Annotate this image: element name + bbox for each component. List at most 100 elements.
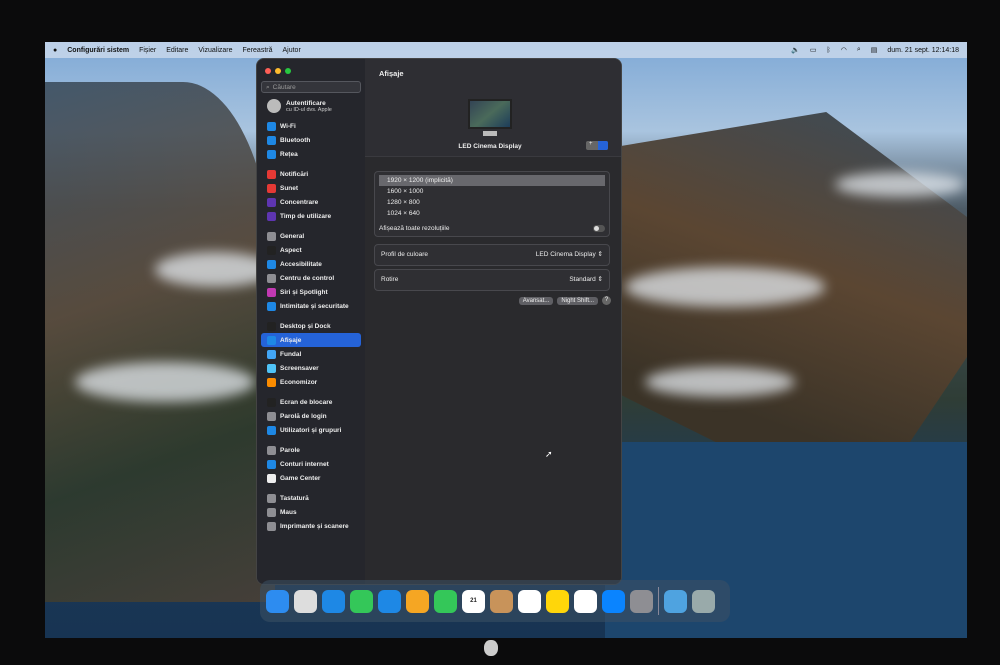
dock: 21	[260, 580, 730, 622]
contacts-icon[interactable]	[490, 589, 513, 613]
menu-window[interactable]: Fereastră	[243, 47, 273, 54]
app-store-icon[interactable]	[602, 589, 625, 613]
sidebar-item-game-center[interactable]: Game Center	[261, 471, 361, 485]
menu-edit[interactable]: Editare	[166, 47, 188, 54]
utilizatori-si-grupuri-icon	[267, 425, 276, 435]
screen-mirroring-icon[interactable]: ▭	[810, 46, 817, 54]
dock-divider	[658, 587, 659, 615]
menu-view[interactable]: Vizualizare	[198, 47, 232, 54]
display-name: LED Cinema Display	[458, 143, 522, 150]
safari-icon[interactable]	[322, 589, 345, 613]
desktop-si-dock-icon	[267, 321, 276, 331]
advanced-button[interactable]: Avansat...	[518, 296, 554, 305]
tastatura-icon	[267, 493, 276, 503]
downloads-icon[interactable]	[664, 589, 687, 613]
display-header: Afișaje LED Cinema Display +	[365, 59, 621, 157]
sidebar-item-siri-si-spotlight[interactable]: Siri și Spotlight	[261, 285, 361, 299]
sidebar-item-imprimante-si-scanere[interactable]: Imprimante și scanere	[261, 519, 361, 533]
resolution-option[interactable]: 1920 × 1200 (implicită)	[379, 175, 605, 186]
wifi-icon[interactable]: ◠	[841, 46, 847, 54]
resolution-list: 1920 × 1200 (implicită) 1600 × 1000 1280 ×…	[374, 171, 610, 237]
messages-icon[interactable]	[350, 589, 373, 613]
night-shift-button[interactable]: Night Shift...	[557, 296, 598, 305]
sidebar-item-parole[interactable]: Parole	[261, 443, 361, 457]
launchpad-icon[interactable]	[294, 589, 317, 613]
calendar-icon[interactable]: 21	[462, 589, 485, 613]
concentrare-icon	[267, 197, 276, 207]
rotation-select[interactable]: Standard ⇕	[569, 275, 603, 283]
resolution-option[interactable]: 1600 × 1000	[379, 186, 605, 197]
sidebar-item-centru-de-control[interactable]: Centru de control	[261, 271, 361, 285]
sidebar-item-conturi-internet[interactable]: Conturi internet	[261, 457, 361, 471]
fundal-icon	[267, 349, 276, 359]
sidebar-item-ecran-de-blocare[interactable]: Ecran de blocare	[261, 395, 361, 409]
photos-icon[interactable]	[406, 589, 429, 613]
search-icon: ⌕	[266, 84, 270, 91]
displays-pane: Afișaje LED Cinema Display + 1920 × 1200…	[365, 59, 621, 584]
mail-icon[interactable]	[378, 589, 401, 613]
sidebar-item-wifi[interactable]: Wi-Fi	[261, 119, 361, 133]
sidebar: ⌕ Căutare Autentificare cu ID-ul dvs. Appl…	[257, 59, 365, 584]
show-all-resolutions-toggle[interactable]	[593, 225, 605, 232]
resolution-option[interactable]: 1024 × 640	[379, 208, 605, 219]
add-display-button[interactable]: +	[586, 141, 608, 150]
volume-icon[interactable]: 🔈	[791, 46, 800, 54]
sidebar-item-parola-de-login[interactable]: Parolă de login	[261, 409, 361, 423]
rotation-row: Rotire Standard ⇕	[374, 269, 610, 291]
sidebar-item-tastatura[interactable]: Tastatură	[261, 491, 361, 505]
parole-icon	[267, 445, 276, 455]
monitor-icon[interactable]	[468, 99, 512, 129]
bluetooth-icon[interactable]: ᛒ	[827, 47, 831, 54]
accesibilitate-icon	[267, 259, 276, 269]
spotlight-icon[interactable]: ⌕	[857, 46, 861, 54]
bluetooth-icon	[267, 135, 276, 145]
sidebar-item-bluetooth[interactable]: Bluetooth	[261, 133, 361, 147]
imprimante-si-scanere-icon	[267, 521, 276, 531]
sidebar-item-notificari[interactable]: Notificări	[261, 167, 361, 181]
sidebar-item-intimitate-si-securitate[interactable]: Intimitate și securitate	[261, 299, 361, 313]
ecran-de-blocare-icon	[267, 397, 276, 407]
finder-icon[interactable]	[266, 589, 289, 613]
system-settings-icon[interactable]	[630, 589, 653, 613]
sidebar-item-afisaje[interactable]: Afișaje	[261, 333, 361, 347]
clock[interactable]: dum. 21 sept. 12:14:18	[887, 47, 959, 54]
sidebar-item-general[interactable]: General	[261, 229, 361, 243]
centru-de-control-icon	[267, 273, 276, 283]
apple-logo-icon	[484, 640, 498, 656]
menu-help[interactable]: Ajutor	[283, 47, 301, 54]
color-profile-row: Profil de culoare LED Cinema Display ⇕	[374, 244, 610, 266]
facetime-icon[interactable]	[434, 589, 457, 613]
sidebar-item-economizor[interactable]: Economizor	[261, 375, 361, 389]
sidebar-item-timp-de-utilizare[interactable]: Timp de utilizare	[261, 209, 361, 223]
close-button[interactable]	[265, 68, 271, 74]
sidebar-item-desktop-si-dock[interactable]: Desktop și Dock	[261, 319, 361, 333]
aspect-icon	[267, 245, 276, 255]
sidebar-item-accesibilitate[interactable]: Accesibilitate	[261, 257, 361, 271]
color-profile-select[interactable]: LED Cinema Display ⇕	[536, 250, 603, 258]
sidebar-item-concentrare[interactable]: Concentrare	[261, 195, 361, 209]
reminders-icon[interactable]	[518, 589, 541, 613]
sidebar-item-maus[interactable]: Maus	[261, 505, 361, 519]
control-center-icon[interactable]: ▤	[871, 46, 878, 54]
sunet-icon	[267, 183, 276, 193]
sidebar-item-sunet[interactable]: Sunet	[261, 181, 361, 195]
menu-file[interactable]: Fișier	[139, 47, 156, 54]
apple-menu-icon[interactable]: ●	[53, 47, 57, 54]
minimize-button[interactable]	[275, 68, 281, 74]
zoom-button[interactable]	[285, 68, 291, 74]
sidebar-item-retea[interactable]: Rețea	[261, 147, 361, 161]
settings-window: ⌕ Căutare Autentificare cu ID-ul dvs. Appl…	[256, 58, 622, 585]
resolution-option[interactable]: 1280 × 800	[379, 197, 605, 208]
search-input[interactable]: ⌕ Căutare	[261, 81, 361, 93]
help-button[interactable]: ?	[602, 296, 611, 305]
notes-icon[interactable]	[546, 589, 569, 613]
siri-si-spotlight-icon	[267, 287, 276, 297]
menu-app-name[interactable]: Configurări sistem	[67, 47, 129, 54]
sidebar-item-aspect[interactable]: Aspect	[261, 243, 361, 257]
sidebar-item-fundal[interactable]: Fundal	[261, 347, 361, 361]
freeform-icon[interactable]	[574, 589, 597, 613]
sidebar-item-screensaver[interactable]: Screensaver	[261, 361, 361, 375]
trash-icon[interactable]	[692, 589, 715, 613]
apple-id-signin[interactable]: Autentificare cu ID-ul dvs. Apple	[267, 99, 361, 113]
sidebar-item-utilizatori-si-grupuri[interactable]: Utilizatori și grupuri	[261, 423, 361, 437]
